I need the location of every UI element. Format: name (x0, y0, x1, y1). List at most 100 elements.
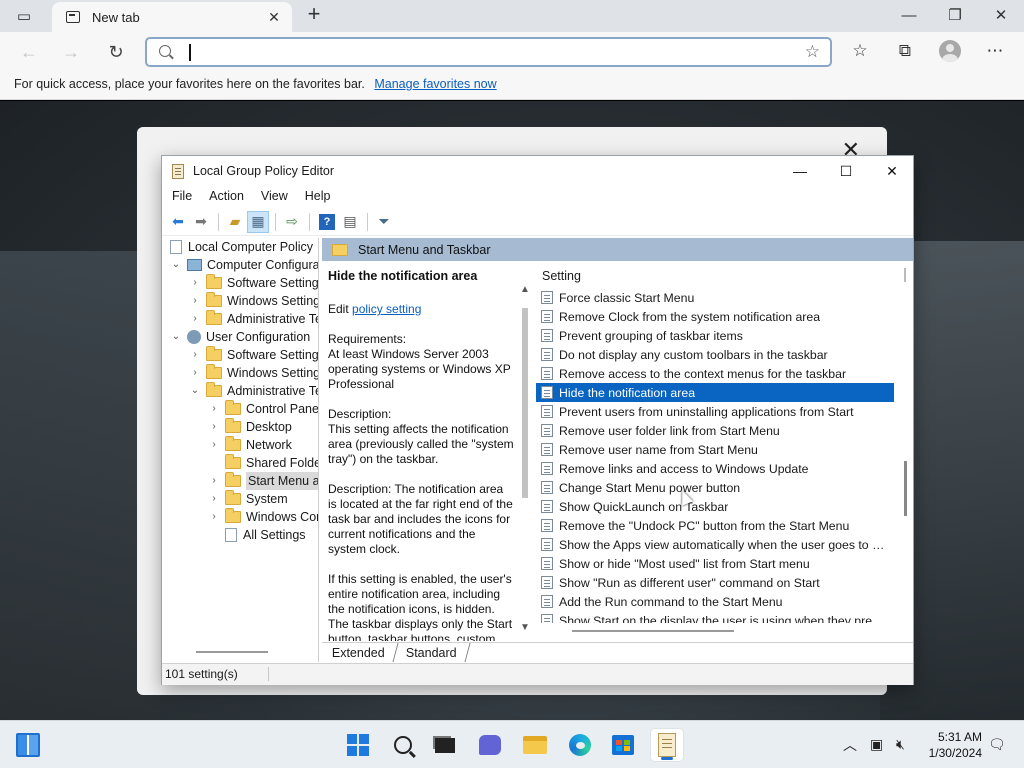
edge-button[interactable] (564, 729, 596, 761)
store-button[interactable] (607, 729, 639, 761)
list-vertical-scrollbar[interactable] (902, 266, 910, 626)
back-icon[interactable]: ← (16, 39, 42, 65)
chevron-down-icon[interactable]: ⌄ (189, 382, 201, 400)
tree-item[interactable]: › System (208, 490, 288, 508)
tree-item[interactable]: › Start Menu ar (208, 472, 318, 490)
chevron-right-icon[interactable]: › (208, 400, 220, 418)
setting-row[interactable]: Change Start Menu power button (536, 478, 894, 497)
tab-standard[interactable]: Standard (393, 643, 471, 662)
tree-item[interactable]: All Settings (208, 526, 306, 544)
collections-icon[interactable]: ⧉ (893, 39, 917, 63)
setting-row[interactable]: Show the Apps view automatically when th… (536, 535, 894, 554)
setting-row[interactable]: Remove user name from Start Menu (536, 440, 894, 459)
setting-row[interactable]: Hide the notification area (536, 383, 894, 402)
menu-view[interactable]: View (261, 186, 288, 208)
filter-icon[interactable]: ⏷ (373, 211, 395, 233)
menu-help[interactable]: Help (305, 186, 331, 208)
chevron-right-icon[interactable]: › (189, 274, 201, 292)
search-button[interactable] (387, 729, 419, 761)
chevron-right-icon[interactable]: › (189, 364, 201, 382)
chevron-right-icon[interactable]: › (208, 436, 220, 454)
tree-item[interactable]: ⌄ Computer Configura (170, 256, 318, 274)
file-explorer-button[interactable] (519, 729, 551, 761)
help-icon[interactable]: ? (319, 213, 335, 230)
chevron-right-icon[interactable]: › (208, 472, 220, 490)
close-window-icon[interactable]: ✕ (989, 4, 1013, 28)
volume-muted-icon[interactable]: 🔇︎ (896, 736, 905, 753)
edit-policy-link[interactable]: policy setting (352, 302, 421, 316)
scroll-up-icon[interactable]: ▲ (520, 284, 530, 295)
favorites-icon[interactable]: ☆ (848, 39, 872, 63)
close-tab-icon[interactable]: ✕ (266, 9, 282, 26)
setting-row[interactable]: Force classic Start Menu (536, 288, 894, 307)
scroll-down-icon[interactable]: ▼ (520, 622, 530, 633)
profile-avatar[interactable] (939, 40, 961, 62)
menu-file[interactable]: File (172, 186, 192, 208)
tree-item[interactable]: ⌄ User Configuration (170, 328, 310, 346)
setting-row[interactable]: Add the Run command to the Start Menu (536, 592, 894, 611)
tree-item[interactable]: › Software Settings (189, 274, 318, 292)
setting-row[interactable]: Remove Clock from the system notificatio… (536, 307, 894, 326)
address-bar[interactable]: ☆ (145, 37, 832, 67)
tree-item[interactable]: ⌄ Administrative Te (189, 382, 318, 400)
chevron-down-icon[interactable]: ⌄ (170, 328, 182, 346)
chevron-right-icon[interactable]: › (189, 292, 201, 310)
setting-row[interactable]: Show "Run as different user" command on … (536, 573, 894, 592)
gpedit-taskbar-button[interactable] (651, 729, 683, 761)
setting-row[interactable]: Show QuickLaunch on Taskbar (536, 497, 894, 516)
tree-item[interactable]: › Administrative Te (189, 310, 318, 328)
setting-row[interactable]: Remove user folder link from Start Menu (536, 421, 894, 440)
chevron-right-icon[interactable]: › (208, 508, 220, 526)
start-button[interactable] (342, 729, 374, 761)
refresh-icon[interactable]: ↻ (103, 39, 129, 65)
tab-extended[interactable]: Extended (319, 643, 399, 662)
setting-row[interactable]: Do not display any custom toolbars in th… (536, 345, 894, 364)
forward-icon[interactable]: → (58, 39, 84, 65)
scroll-thumb[interactable] (522, 308, 528, 498)
chat-button[interactable] (474, 729, 506, 761)
notification-icon[interactable]: 🗨︎ (988, 736, 1006, 753)
task-view-button[interactable] (429, 729, 461, 761)
more-options-icon[interactable]: ⋯ (983, 39, 1007, 63)
scroll-thumb[interactable] (904, 461, 907, 516)
setting-row[interactable]: Prevent users from uninstalling applicat… (536, 402, 894, 421)
restore-icon[interactable]: ❐ (943, 4, 967, 28)
chevron-right-icon[interactable]: › (189, 310, 201, 328)
chevron-right-icon[interactable]: › (208, 418, 220, 436)
tree-item[interactable]: › Software Settings (189, 346, 318, 364)
minimize-icon[interactable]: — (897, 4, 921, 28)
close-window-icon[interactable]: ✕ (878, 159, 906, 183)
tree-item[interactable]: › Control Panel (208, 400, 318, 418)
new-tab-button[interactable]: + (302, 3, 326, 27)
back-arrow-icon[interactable]: ⬅ (167, 211, 189, 233)
tree-item[interactable]: Local Computer Policy (170, 238, 313, 256)
tree-item[interactable]: › Windows Setting (189, 292, 318, 310)
tree-item[interactable]: › Desktop (208, 418, 292, 436)
address-input[interactable] (195, 42, 755, 62)
setting-row[interactable]: Show Start on the display the user is us… (536, 611, 894, 623)
tab-new-tab[interactable]: New tab ✕ (52, 2, 292, 32)
chevron-down-icon[interactable]: ⌄ (170, 256, 182, 274)
network-icon[interactable]: ▣ (870, 736, 883, 753)
properties-icon[interactable]: ▤ (339, 211, 361, 233)
clock[interactable]: 5:31 AM 1/30/2024 (920, 729, 982, 761)
description-scrollbar[interactable]: ▲ ▼ (520, 284, 530, 633)
tree-horizontal-scrollbar[interactable] (196, 651, 268, 653)
tree-item[interactable]: › Network (208, 436, 292, 454)
up-folder-icon[interactable]: ▰ (224, 211, 246, 233)
maximize-icon[interactable]: ☐ (832, 159, 860, 183)
tree-item[interactable]: Shared Folder (208, 454, 318, 472)
widgets-icon[interactable] (16, 733, 40, 757)
tree-item[interactable]: › Windows Setting (189, 364, 318, 382)
menu-action[interactable]: Action (209, 186, 244, 208)
list-horizontal-scrollbar[interactable] (572, 630, 734, 632)
chevron-right-icon[interactable]: › (208, 490, 220, 508)
tree-item[interactable]: › Windows Cor (208, 508, 318, 526)
setting-row[interactable]: Prevent grouping of taskbar items (536, 326, 894, 345)
chevron-right-icon[interactable]: › (189, 346, 201, 364)
setting-row[interactable]: Remove links and access to Windows Updat… (536, 459, 894, 478)
add-favorite-icon[interactable]: ☆ (805, 42, 820, 62)
show-hide-tree-icon[interactable]: ▦ (247, 210, 269, 233)
minimize-icon[interactable]: — (786, 159, 814, 183)
setting-row[interactable]: Show or hide "Most used" list from Start… (536, 554, 894, 573)
